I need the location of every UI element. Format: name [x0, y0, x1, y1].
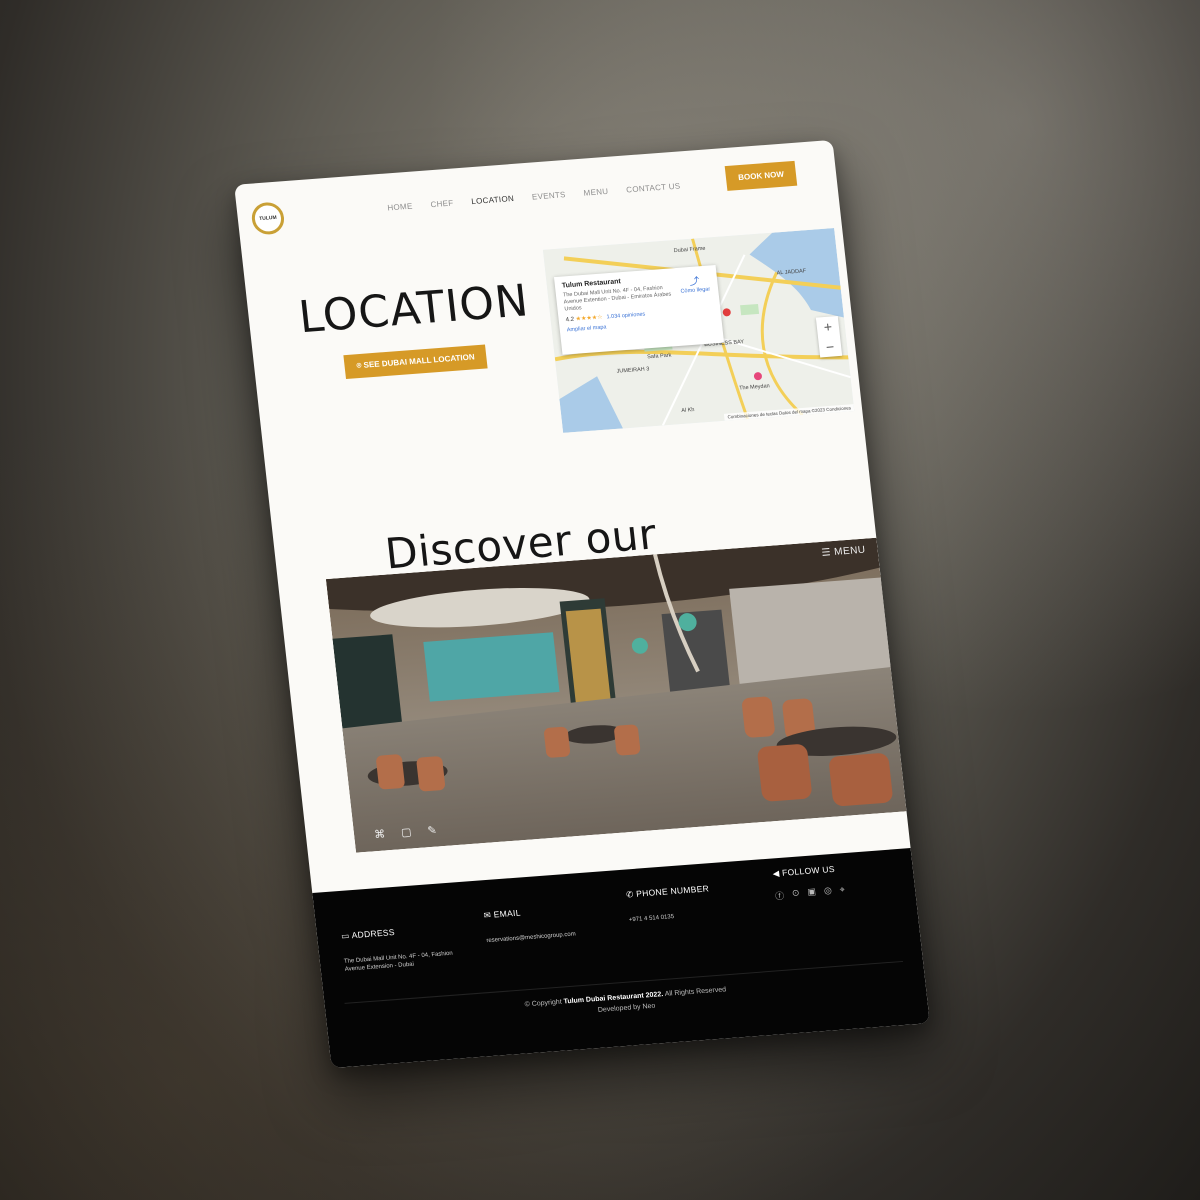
- phone-value[interactable]: +971 4 514 0135: [629, 907, 750, 924]
- email-value[interactable]: reservations@meshicogroup.com: [486, 927, 626, 945]
- footer-phone: ✆ PHONE NUMBER +971 4 514 0135: [626, 881, 750, 925]
- address-value: The Dubai Mall Unit No. 4F - 04, Fashion…: [343, 950, 454, 973]
- restaurant-interior-image: [325, 537, 907, 853]
- footer-address: ▭ ADDRESS The Dubai Mall Unit No. 4F - 0…: [341, 922, 465, 974]
- directions-link[interactable]: ⤴ Cómo llegar: [679, 272, 710, 294]
- star-icon: ★★★★☆: [575, 314, 603, 323]
- reviews-link[interactable]: 1.034 opiniones: [606, 311, 645, 320]
- floorplan-icon[interactable]: ▢: [400, 825, 413, 839]
- google-map[interactable]: Dubai Frame AL JADDAF Safa Park BUSINESS…: [542, 228, 855, 433]
- nav-menu[interactable]: MENU: [583, 187, 609, 198]
- book-now-button[interactable]: BOOK NOW: [724, 160, 798, 191]
- footer-email: ✉ EMAIL reservations@meshicogroup.com: [483, 900, 626, 945]
- main-nav: HOME CHEF LOCATION EVENTS MENU CONTACT U…: [387, 181, 681, 212]
- nav-events[interactable]: EVENTS: [531, 190, 566, 201]
- zoom-out-button[interactable]: −: [818, 336, 842, 358]
- hamburger-icon: ☰: [820, 546, 835, 559]
- vr-icon[interactable]: ⌘: [373, 827, 386, 841]
- map-zoom-controls: + −: [815, 316, 843, 358]
- copyright: © Copyright Tulum Dubai Restaurant 2022.…: [524, 986, 727, 1014]
- nav-contact-us[interactable]: CONTACT US: [626, 181, 681, 194]
- nav-location[interactable]: LOCATION: [471, 194, 515, 206]
- measure-icon[interactable]: ✎: [427, 824, 438, 838]
- youtube-icon[interactable]: ▣: [807, 886, 817, 900]
- developer-credit[interactable]: Developed by Neo: [598, 1003, 656, 1014]
- instagram-icon[interactable]: ◎: [823, 885, 832, 899]
- virtual-tour-viewer[interactable]: ☰ MENU ⌘ ▢ ✎: [325, 537, 907, 853]
- nav-chef[interactable]: CHEF: [430, 199, 454, 210]
- location-pin-icon[interactable]: ⌖: [839, 884, 845, 897]
- see-location-button[interactable]: ⌾ SEE DUBAI MALL LOCATION: [343, 344, 488, 380]
- zoom-in-button[interactable]: +: [816, 316, 840, 338]
- footer-social: ◀ FOLLOW US ⓕ ⊙ ▣ ◎ ⌖: [772, 863, 846, 903]
- map-place-card: Tulum Restaurant The Dubai Mall Unit No.…: [553, 265, 725, 355]
- map-label: Al Kh: [681, 407, 695, 414]
- facebook-icon[interactable]: ⓕ: [774, 889, 785, 903]
- tulum-logo[interactable]: TULUM: [250, 201, 286, 236]
- location-title: LOCATION: [296, 275, 532, 344]
- browser-screenshot-card: TULUM HOME CHEF LOCATION EVENTS MENU CON…: [234, 139, 930, 1069]
- tripadvisor-icon[interactable]: ⊙: [791, 888, 800, 901]
- nav-home[interactable]: HOME: [387, 202, 413, 213]
